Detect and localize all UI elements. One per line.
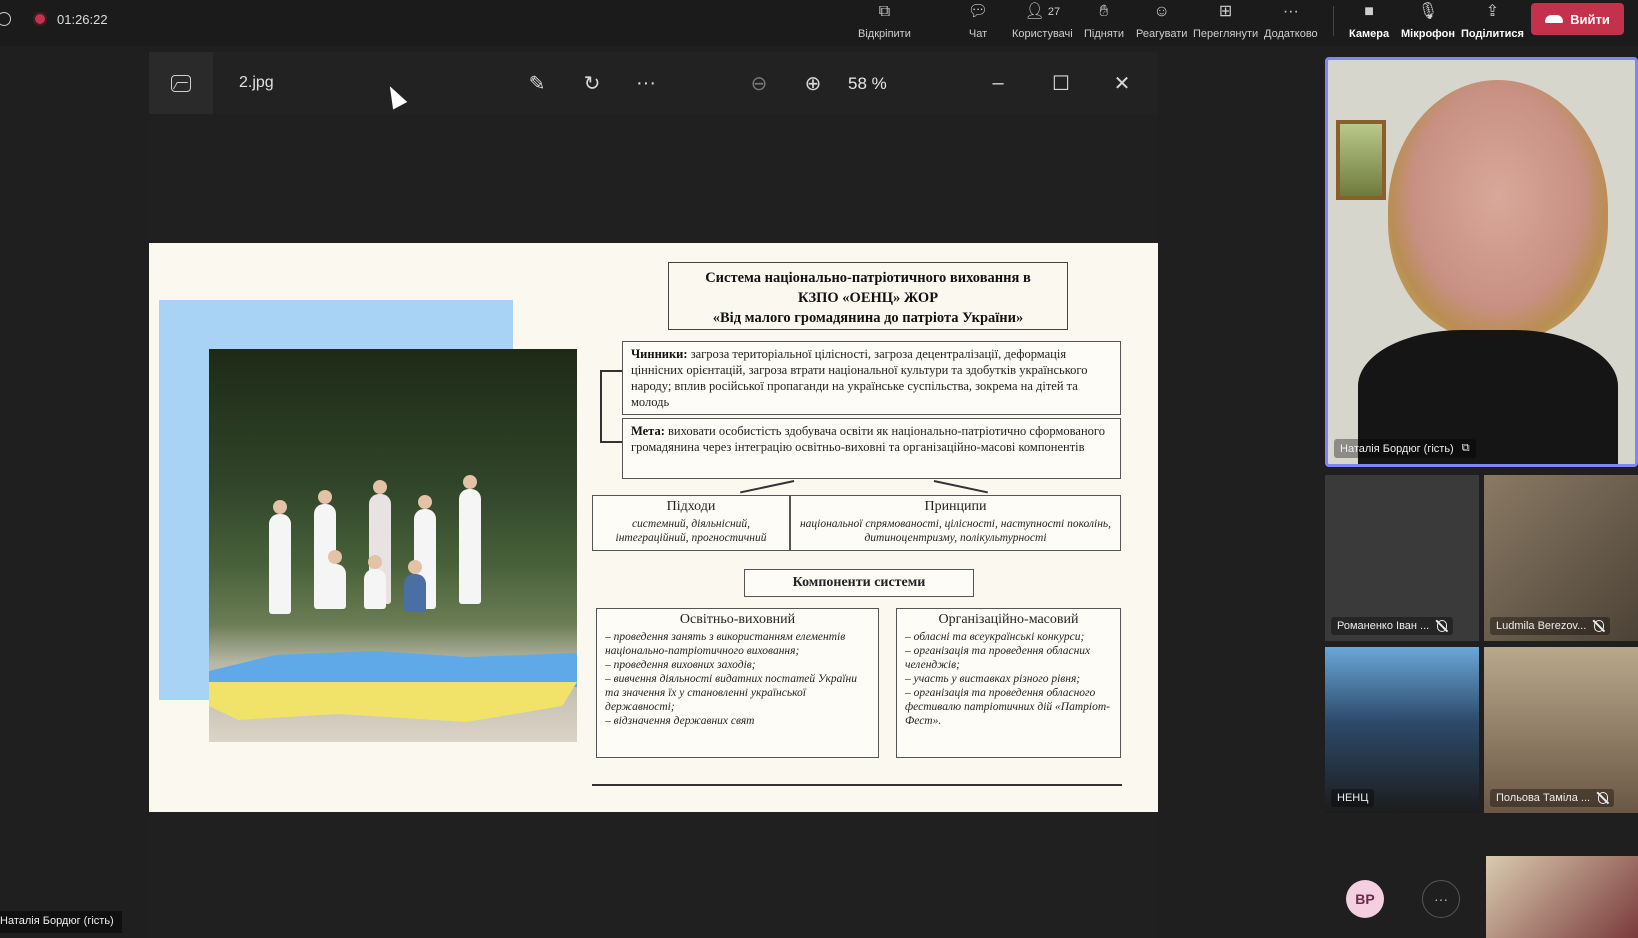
microphone-button[interactable]: 🎙︎ Мікрофон [1401, 2, 1455, 41]
more-options-icon[interactable]: ··· [633, 70, 659, 96]
raise-hand-button[interactable]: ✋︎ Підняти [1084, 2, 1124, 41]
view-button[interactable]: ⊞ Переглянути [1193, 2, 1258, 41]
factors-box: Чинники: загроза територіальної ціліснос… [622, 341, 1121, 415]
principles-box: Принципи національної спрямованості, ціл… [790, 495, 1121, 551]
participant-tile[interactable]: Романенко Іван ... [1325, 475, 1479, 641]
edit-image-icon[interactable]: ✎ [524, 70, 550, 96]
rotate-icon[interactable]: ↻ [579, 70, 605, 96]
hang-up-icon [1545, 15, 1564, 23]
maximize-icon[interactable]: ☐ [1048, 70, 1074, 96]
mic-off-icon: 🎙︎ [1417, 3, 1439, 20]
more-participants-button[interactable]: ··· [1422, 880, 1460, 918]
viewer-toolbar: 2.jpg ✎ ↻ ··· ⊖ ⊕ 58 % – ☐ ✕ [149, 52, 1158, 114]
screen-share-icon: ⧉ [1461, 442, 1470, 454]
toolbar-divider [1333, 6, 1334, 36]
participant-tile[interactable]: НЕНЦ [1325, 647, 1479, 813]
unpin-button[interactable]: ⧉ Відкріпити [858, 2, 911, 41]
participant-video [1388, 80, 1608, 340]
meeting-timer: 01:26:22 [57, 11, 108, 27]
mic-off-icon [1598, 792, 1609, 804]
shared-slide-image: Система національно-патріотичного вихова… [149, 243, 1158, 812]
participants-panel: Наталія Бордюг (гість) ⧉ Романенко Іван … [1325, 52, 1638, 938]
react-button[interactable]: ☺ Реагувати [1136, 2, 1187, 41]
mic-off-icon [1437, 620, 1448, 632]
presenter-label: Наталія Бордюг (гість) [0, 911, 122, 933]
meeting-top-bar: 01:26:22 ⧉ Відкріпити 💬︎ Чат 👤︎ 27 Корист… [0, 0, 1638, 46]
chat-button[interactable]: 💬︎ Чат [967, 2, 989, 41]
participant-avatar[interactable]: ВР [1346, 880, 1384, 918]
people-count: 27 [1047, 5, 1061, 18]
react-icon: ☺ [1153, 3, 1170, 20]
minimize-icon[interactable]: – [985, 70, 1011, 96]
file-name: 2.jpg [239, 74, 274, 91]
participant-tile[interactable]: Ludmila Berezov... [1484, 475, 1638, 641]
slide-title: Система національно-патріотичного вихова… [668, 262, 1068, 330]
participant-tile[interactable] [1486, 856, 1638, 938]
view-icon: ⊞ [1218, 3, 1233, 20]
unpin-icon: ⧉ [878, 3, 891, 20]
participant-name: Наталія Бордюг (гість) ⧉ [1334, 439, 1476, 458]
more-actions-button[interactable]: ··· Додатково [1264, 2, 1318, 41]
approaches-box: Підходи системний, діяльнісний, інтеграц… [592, 495, 790, 551]
goal-box: Мета: виховати особистість здобувача осв… [622, 418, 1121, 479]
leave-button[interactable]: Вийти [1531, 3, 1624, 35]
recording-dot-icon [33, 12, 47, 26]
more-icon: ··· [1282, 3, 1299, 20]
participant-tile[interactable]: Польова Таміла ... [1484, 647, 1638, 813]
raise-hand-icon: ✋︎ [1099, 3, 1109, 20]
children-photo [209, 349, 577, 742]
people-icon: 👤︎ 27 [1024, 3, 1061, 20]
zoom-out-icon[interactable]: ⊖ [746, 70, 772, 96]
zoom-level: 58 % [848, 74, 887, 93]
recording-indicator: 01:26:22 [0, 8, 108, 30]
shield-icon [0, 12, 11, 26]
camera-icon: ■ [1364, 3, 1374, 20]
share-icon: ⇪ [1485, 3, 1500, 20]
share-button[interactable]: ⇪ Поділитися [1461, 2, 1524, 41]
close-icon[interactable]: ✕ [1109, 70, 1135, 96]
people-button[interactable]: 👤︎ 27 Користувачі [1012, 2, 1073, 41]
photos-app-icon[interactable] [149, 52, 213, 114]
camera-button[interactable]: ■ Камера [1349, 2, 1389, 41]
components-box: Компоненти системи [744, 569, 974, 597]
zoom-in-icon[interactable]: ⊕ [800, 70, 826, 96]
mic-off-icon [1594, 620, 1605, 632]
main-participant-tile[interactable]: Наталія Бордюг (гість) ⧉ [1325, 57, 1638, 467]
edu-component-box: Освітньо-виховний – проведення занять з … [596, 608, 879, 758]
chat-icon: 💬︎ [967, 3, 989, 20]
org-component-box: Організаційно-масовий – обласні та всеук… [896, 608, 1121, 758]
